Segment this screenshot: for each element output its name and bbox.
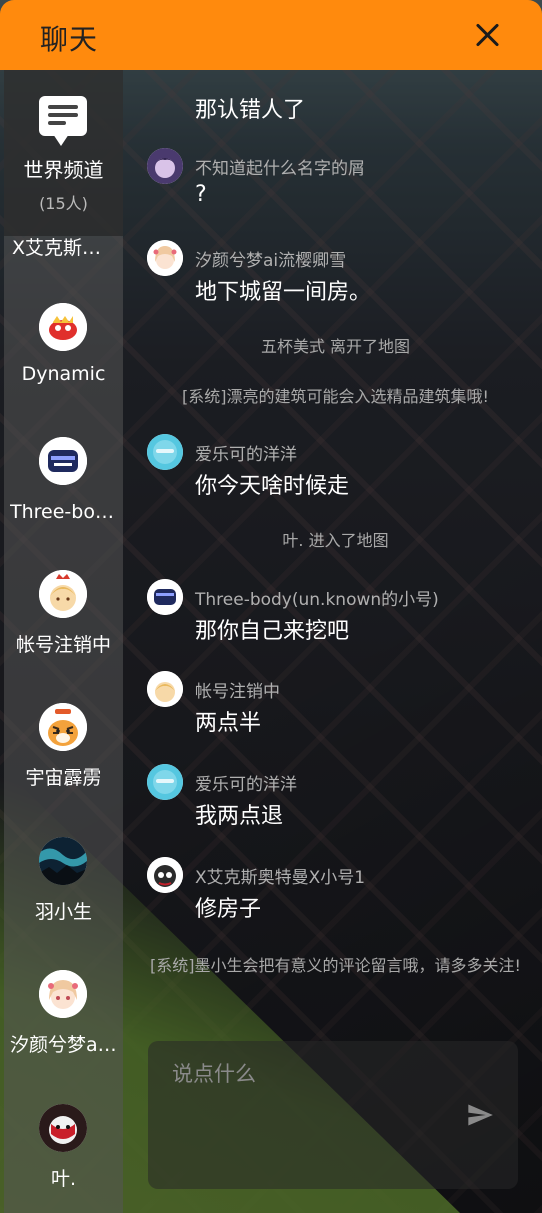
sender-name[interactable]: 汐颜兮梦ai流樱卿雪 xyxy=(195,246,346,271)
system-notice: [系统]墨小生会把有意义的评论留言哦，请多多关注! xyxy=(150,956,521,975)
sender-avatar[interactable] xyxy=(147,240,183,276)
chat-header: 聊天 xyxy=(0,0,542,70)
system-notice: 叶. 进入了地图 xyxy=(282,531,389,550)
sender-name[interactable]: 不知道起什么名字的屑 xyxy=(195,154,365,179)
sidebar-user-name[interactable]: X艾克斯奥特曼X小号1 xyxy=(12,233,116,260)
online-count: (15人) xyxy=(39,194,88,213)
chat-bubble-icon xyxy=(39,96,87,146)
message-text: 我两点退 xyxy=(195,804,284,829)
sidebar-user-name: 帐号注销中 xyxy=(15,634,111,656)
sender-avatar[interactable] xyxy=(147,434,183,470)
sender-avatar[interactable] xyxy=(147,857,183,893)
sidebar-user[interactable]: Three-body(un.known的小号) xyxy=(4,437,123,547)
sidebar-user[interactable]: 宇宙霹雳 xyxy=(4,703,123,813)
sidebar-user-name: Dynamic xyxy=(21,363,106,385)
message-text: 你今天啥时候走 xyxy=(195,474,350,499)
sidebar-user-name: Three-body(un.known的小号) xyxy=(10,501,117,523)
system-notice: 五杯美式 离开了地图 xyxy=(260,337,411,356)
sender-name[interactable]: 帐号注销中 xyxy=(195,677,280,702)
sender-avatar[interactable] xyxy=(147,671,183,707)
message-text: 两点半 xyxy=(195,711,262,736)
sidebar-user[interactable]: 叶. xyxy=(4,1104,123,1213)
world-channel-tab[interactable]: 世界频道 (15人) xyxy=(4,70,123,236)
sidebar-user[interactable]: 羽小生 xyxy=(4,837,123,947)
red-mask-avatar xyxy=(39,1104,87,1152)
navy-badge-avatar xyxy=(39,437,87,485)
red-creature-avatar xyxy=(39,303,87,351)
blonde-character-avatar xyxy=(39,570,87,618)
aurora-landscape-avatar xyxy=(39,837,87,885)
sidebar-user[interactable]: Dynamic xyxy=(4,303,123,413)
message-text: ? xyxy=(195,182,207,207)
close-icon[interactable] xyxy=(470,18,504,52)
header-title: 聊天 xyxy=(40,23,99,56)
message-text: 那认错人了 xyxy=(195,98,306,123)
sender-avatar[interactable] xyxy=(147,579,183,615)
user-sidebar[interactable]: X艾克斯奥特曼X小号1 世界频道 (15人) Dynamic Three-bod… xyxy=(4,70,123,1213)
sender-name[interactable]: 爱乐可的洋洋 xyxy=(195,440,297,465)
message-text: 修房子 xyxy=(195,897,262,922)
system-notice: [系统]漂亮的建筑可能会入选精品建筑集哦! xyxy=(182,387,489,406)
sender-name[interactable]: X艾克斯奥特曼X小号1 xyxy=(195,863,365,888)
sender-name[interactable]: Three-body(un.known的小号) xyxy=(195,585,439,610)
sidebar-user-name: 宇宙霹雳 xyxy=(25,767,102,789)
sender-name[interactable]: 爱乐可的洋洋 xyxy=(195,770,297,795)
sidebar-user-name: 汐颜兮梦ai流樱卿雪 xyxy=(10,1034,117,1056)
sidebar-user[interactable]: 汐颜兮梦ai流樱卿雪 xyxy=(4,970,123,1080)
message-text: 那你自己来挖吧 xyxy=(195,619,350,644)
message-text: 地下城留一间房。 xyxy=(195,280,372,305)
sender-avatar[interactable] xyxy=(147,764,183,800)
sidebar-user[interactable]: 帐号注销中 xyxy=(4,570,123,680)
tiger-avatar xyxy=(39,703,87,751)
sender-avatar[interactable] xyxy=(147,148,183,184)
send-icon[interactable] xyxy=(466,1101,494,1129)
sidebar-user-name: 叶. xyxy=(50,1168,77,1190)
anime-girl-avatar xyxy=(39,970,87,1018)
message-input[interactable]: 说点什么 xyxy=(148,1041,518,1189)
world-channel-label: 世界频道 xyxy=(23,158,104,182)
message-input-placeholder[interactable]: 说点什么 xyxy=(172,1058,256,1088)
sidebar-user-name: 羽小生 xyxy=(34,901,92,923)
